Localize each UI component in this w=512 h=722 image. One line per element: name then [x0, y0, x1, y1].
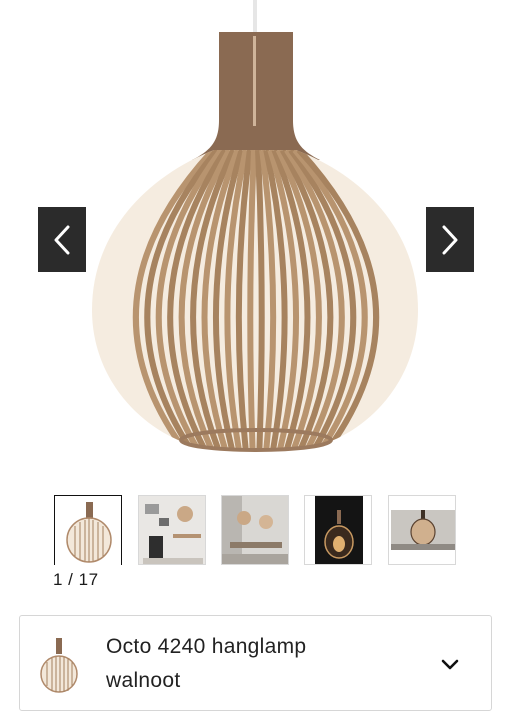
product-thumbnail-image	[40, 638, 78, 693]
product-title-line-2: walnoot	[106, 669, 181, 692]
chevron-right-icon	[442, 225, 458, 254]
dark-lamp-thumbnail-image	[305, 496, 371, 564]
chevron-down-icon[interactable]	[440, 654, 460, 674]
product-selector-card[interactable]: Octo 4240 hanglamp walnoot	[19, 615, 492, 711]
room-thumbnail-image	[222, 496, 288, 564]
interior-thumbnail-image	[139, 496, 205, 564]
lamp-thumbnail-image	[66, 502, 112, 563]
thumbnail-3[interactable]	[221, 495, 289, 565]
product-title-line-1: Octo 4240 hanglamp	[106, 635, 307, 658]
thumbnail-4[interactable]	[304, 495, 372, 565]
thumbnail-5[interactable]	[388, 495, 456, 565]
product-gallery	[0, 0, 512, 480]
thumbnail-2[interactable]	[138, 495, 206, 565]
thumbnail-1[interactable]	[54, 495, 122, 565]
chevron-left-icon	[54, 225, 70, 254]
image-counter: 1 / 17	[53, 570, 99, 589]
previous-image-button[interactable]	[38, 207, 86, 272]
product-title: Octo 4240 hanglamp walnoot	[106, 630, 406, 698]
thumbnail-strip	[54, 495, 464, 567]
lamp-room-thumbnail-image	[389, 496, 455, 564]
next-image-button[interactable]	[426, 207, 474, 272]
